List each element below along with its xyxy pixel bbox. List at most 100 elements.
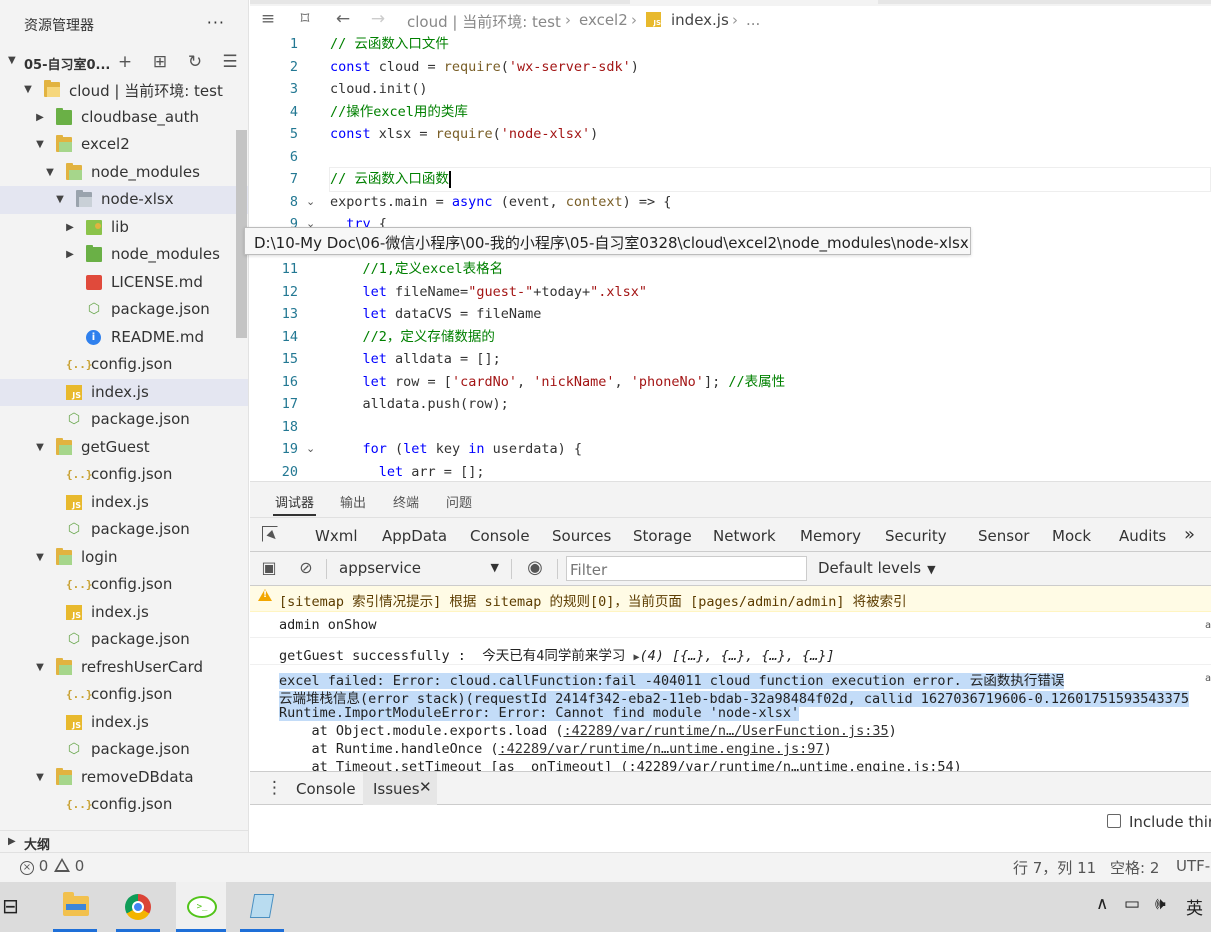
code-line[interactable]: alldata.push(row); — [330, 393, 509, 416]
tree-item[interactable]: ▶ node_modules — [0, 241, 248, 269]
breadcrumb-root[interactable]: cloud | 当前环境: test — [407, 11, 561, 32]
chevron-down-icon[interactable]: ▼ — [35, 552, 45, 563]
tab-appdata[interactable]: AppData — [382, 527, 447, 545]
tree-item[interactable]: ▼ getGuest — [0, 434, 248, 462]
tree-item[interactable]: ▶ lib — [0, 214, 248, 242]
code-line[interactable]: const xlsx = require('node-xlsx') — [330, 123, 598, 146]
warnings-indicator[interactable]: 0 — [54, 857, 84, 875]
chevron-right-icon[interactable]: ▶ — [65, 249, 75, 260]
indentation[interactable]: 空格: 2 — [1110, 857, 1159, 878]
tab-network[interactable]: Network — [713, 527, 776, 545]
forward-arrow-icon[interactable]: → — [368, 9, 388, 29]
new-folder-icon[interactable]: ⊞ — [150, 52, 170, 72]
drawer-tab-issues[interactable]: Issues ✕ — [363, 772, 437, 805]
clear-console-icon[interactable]: ⊘ — [295, 558, 317, 577]
chevron-right-icon[interactable]: ▶ — [8, 836, 16, 847]
chevron-right-icon[interactable]: ▶ — [35, 112, 45, 123]
code-line[interactable]: //1,定义excel表格名 — [330, 258, 504, 281]
include-third-checkbox[interactable] — [1107, 814, 1121, 828]
stack-link[interactable]: :42289/var/runtime/n…untime.engine.js:97 — [498, 741, 823, 757]
encoding[interactable]: UTF-8 — [1176, 857, 1211, 875]
tree-item[interactable]: ▼ login — [0, 544, 248, 572]
tree-item[interactable]: ▼ node-xlsx — [0, 186, 248, 214]
tree-item[interactable]: {..} config.json — [0, 461, 248, 489]
code-line[interactable]: let alldata = []; — [330, 348, 501, 371]
tab-output[interactable]: 输出 — [340, 492, 366, 511]
tree-item[interactable]: ▼ cloud | 当前环境: test — [0, 76, 248, 104]
code-line[interactable]: //操作excel用的类库 — [330, 101, 468, 124]
tree-item[interactable]: ▶ cloudbase_auth — [0, 104, 248, 132]
filter-input[interactable] — [566, 556, 807, 581]
task-view-icon[interactable]: ⊟ — [2, 894, 19, 918]
collapse-all-icon[interactable]: ☰ — [220, 52, 240, 72]
stack-link[interactable]: :42289/var/runtime/n…/UserFunction.js:35 — [563, 723, 888, 739]
tab-wxml[interactable]: Wxml — [315, 527, 358, 545]
fold-chevron-icon[interactable]: ⌄ — [306, 438, 315, 461]
ime-indicator[interactable]: 英 — [1186, 894, 1203, 919]
tab-debugger[interactable]: 调试器 — [272, 492, 317, 516]
tree-item[interactable]: i README.md — [0, 324, 248, 352]
tree-item[interactable]: JS index.js — [0, 378, 248, 406]
tree-item[interactable]: ▼ removeDBdata — [0, 764, 248, 792]
bookmark-icon[interactable]: ⌑ — [295, 9, 315, 29]
cursor-position[interactable]: 行 7，列 11 — [1013, 857, 1096, 878]
outline-section[interactable]: ▶ 大纲 — [0, 830, 248, 853]
element-picker-icon[interactable] — [262, 526, 278, 542]
wechat-devtools-app[interactable]: >_ — [176, 882, 226, 932]
tree-item[interactable]: {..} config.json — [0, 571, 248, 599]
tree-item[interactable]: JS index.js — [0, 489, 248, 517]
new-file-icon[interactable]: + — [115, 52, 135, 72]
source-link[interactable]: a — [1205, 673, 1211, 684]
array-preview[interactable]: (4) [{…}, {…}, {…}, {…}] — [639, 648, 834, 664]
notepad-app[interactable] — [237, 882, 287, 932]
tab-sensor[interactable]: Sensor — [978, 527, 1029, 545]
chevron-down-icon[interactable]: ▼ — [35, 662, 45, 673]
back-arrow-icon[interactable]: ← — [333, 9, 353, 29]
tree-item[interactable]: ⬡ package.json — [0, 406, 248, 434]
code-line[interactable]: // 云函数入口文件 — [330, 33, 449, 56]
list-icon[interactable]: ≡ — [258, 9, 278, 29]
tab-console[interactable]: Console — [456, 527, 543, 555]
breadcrumb-file[interactable]: index.js — [671, 11, 729, 29]
more-actions-icon[interactable]: ··· — [207, 13, 225, 32]
editor-tab[interactable] — [878, 0, 1211, 4]
sidebar-toggle-icon[interactable]: ▣ — [258, 558, 280, 577]
editor-tab[interactable] — [250, 0, 630, 4]
code-area[interactable]: // 云函数入口文件 const cloud = require('wx-serv… — [329, 33, 1211, 482]
project-root-row[interactable]: ▼ 05-自习室0... + ⊞ ↻ ☰ — [0, 50, 248, 74]
chevron-down-icon[interactable]: ▼ — [8, 55, 16, 66]
chevron-up-icon[interactable]: ∧ — [1096, 894, 1108, 914]
log-levels-select[interactable]: Default levels ▼ — [818, 559, 936, 577]
code-line[interactable]: let fileName="guest-"+today+".xlsx" — [330, 281, 648, 304]
tree-item[interactable]: ⬡ package.json — [0, 736, 248, 764]
tree-item[interactable]: ⬡ package.json — [0, 626, 248, 654]
code-line[interactable]: //2，定义存储数据的 — [330, 326, 495, 349]
tree-item[interactable]: {..} config.json — [0, 351, 248, 379]
tree-item[interactable]: ▼ refreshUserCard — [0, 654, 248, 682]
code-line[interactable]: let dataCVS = fileName — [330, 303, 542, 326]
code-line[interactable]: let row = ['cardNo', 'nickName', 'phoneN… — [330, 371, 786, 394]
tab-memory[interactable]: Memory — [800, 527, 861, 545]
chevron-down-icon[interactable]: ▼ — [45, 167, 55, 178]
eye-icon[interactable]: ◉ — [524, 557, 546, 578]
tab-terminal[interactable]: 终端 — [393, 492, 419, 511]
chrome-app[interactable] — [113, 882, 163, 932]
close-icon[interactable]: ✕ — [419, 778, 432, 796]
tab-security[interactable]: Security — [885, 527, 947, 545]
tree-item[interactable]: LICENSE.md — [0, 269, 248, 297]
tree-item[interactable]: JS index.js — [0, 709, 248, 737]
code-line[interactable]: for (let key in userdata) { — [330, 438, 583, 461]
code-line[interactable]: cloud.init() — [330, 78, 428, 101]
breadcrumb-tail[interactable]: ... — [746, 11, 760, 29]
fold-chevron-icon[interactable]: ⌄ — [306, 191, 315, 214]
tree-item[interactable]: ⬡ package.json — [0, 516, 248, 544]
code-line[interactable]: exports.main = async (event, context) =>… — [330, 191, 671, 214]
chevron-right-icon[interactable]: ▶ — [65, 222, 75, 233]
chevron-down-icon[interactable]: ▼ — [35, 442, 45, 453]
chevron-down-icon[interactable]: ▼ — [35, 772, 45, 783]
chevron-down-icon[interactable]: ▼ — [23, 84, 33, 95]
chevron-down-icon[interactable]: ▼ — [55, 194, 65, 205]
tree-item[interactable]: ⬡ package.json — [0, 296, 248, 324]
errors-indicator[interactable]: × 0 — [20, 857, 48, 875]
code-line[interactable]: let arr = []; — [330, 461, 485, 482]
